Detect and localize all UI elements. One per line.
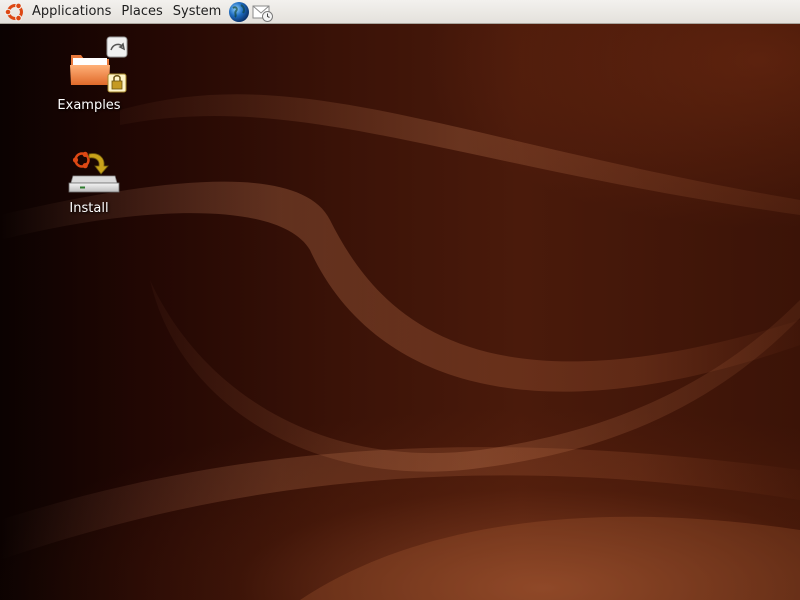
wallpaper-swoosh (300, 516, 800, 600)
desktop-icon-examples[interactable]: Examples (44, 35, 134, 113)
folder-icon (70, 36, 128, 93)
email-client-icon (252, 5, 274, 22)
applications-menu[interactable]: Applications (0, 0, 116, 24)
system-menu-label: System (172, 4, 222, 19)
desktop-icon-label: Examples (57, 98, 121, 113)
desktop-icon-install[interactable]: Install (44, 148, 134, 216)
symlink-emblem-icon (106, 36, 128, 58)
web-browser-icon (229, 1, 250, 22)
system-menu[interactable]: System (168, 0, 226, 24)
desktop-icon-label: Install (69, 201, 109, 216)
top-panel: Applications Places System (0, 0, 800, 24)
places-menu[interactable]: Places (116, 0, 167, 24)
places-menu-label: Places (121, 4, 163, 19)
install-drive-icon (68, 151, 120, 193)
lock-emblem-icon (107, 73, 127, 93)
ubuntu-logo-icon (4, 2, 23, 21)
desktop: Applications Places System Examples Inst… (0, 0, 800, 600)
applications-menu-label: Applications (32, 4, 112, 19)
web-browser-launcher[interactable] (228, 1, 250, 23)
email-client-launcher[interactable] (252, 1, 274, 23)
